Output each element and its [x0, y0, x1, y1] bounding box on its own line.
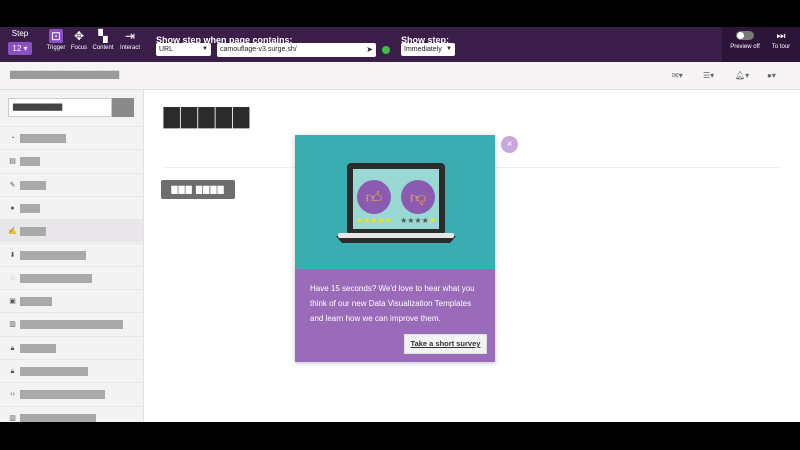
table-icon: ▤: [9, 158, 16, 166]
app-header: ▇▇▇▇▇▇▇▇▇▇▇▇▇▇▇▇▇▇▇▇▇ ✉▾ ☰▾ 🔔︎▾ ●▾: [0, 62, 800, 90]
url-value: camouflage-v3.surge.sh/: [220, 46, 297, 53]
sidebar-item-label: [20, 250, 86, 260]
show-step-value: Immediately: [404, 46, 442, 53]
sidebar-item[interactable]: ‹›: [0, 382, 143, 405]
list-icon[interactable]: ☰▾: [703, 71, 714, 80]
thumbs-up-icon: 👍︎: [366, 190, 383, 207]
chevron-down-icon: ▼: [202, 46, 208, 52]
sidebar-item[interactable]: ▣: [0, 289, 143, 312]
trigger-button[interactable]: ⊡ Trigger: [44, 29, 68, 51]
survey-modal: 👍︎ 👎︎ ★★★★★ ★★★★★ Have 15 seconds? We'd …: [295, 135, 495, 362]
laptop-deck: [338, 233, 454, 238]
content-icon: ▚: [98, 29, 108, 43]
sidebar-item-label: [20, 180, 46, 190]
chevron-down-icon: ▼: [446, 46, 452, 52]
sidebar-item-label: [20, 203, 40, 213]
sidebar: ▇▇▇▇▇▇▇▇▇▇▇ ◔ ▤ ✎ ● ✍ ⬇ ◌ ▣ ▥ 🔒︎ 🔒︎ ‹› ▥: [0, 90, 144, 422]
builder-toolbar: Step 12 ▾ ⊡ Trigger ✥ Focus ▚ Content ⇥ …: [0, 27, 800, 62]
code-icon: ‹›: [10, 391, 15, 399]
thumbs-down-icon: 👎︎: [410, 190, 426, 207]
laptop-rating-illustration: 👍︎ 👎︎ ★★★★★ ★★★★★: [336, 163, 456, 243]
content-button[interactable]: ▚ Content: [91, 29, 115, 51]
crosshair-icon: ✥: [73, 29, 85, 43]
mail-icon[interactable]: ✉▾: [672, 71, 683, 80]
user-icon: ●: [10, 204, 15, 212]
interact-label: Interact: [119, 45, 140, 51]
sidebar-item[interactable]: ◔: [0, 126, 143, 149]
focus-button[interactable]: ✥ Focus: [67, 29, 91, 51]
user-menu-icon[interactable]: ●▾: [767, 71, 776, 80]
sidebar-item-label: [20, 367, 88, 376]
match-type-value: URL: [159, 46, 174, 53]
interact-icon: ⇥: [124, 29, 136, 43]
show-step-select[interactable]: Immediately ▼: [401, 43, 455, 56]
download-icon: ⬇: [9, 251, 16, 259]
to-tour-button[interactable]: ⏭ To tour: [768, 31, 794, 50]
toggle-switch[interactable]: [736, 31, 754, 40]
sidebar-item[interactable]: ●: [0, 195, 143, 219]
to-tour-label: To tour: [771, 44, 791, 50]
modal-message: Have 15 seconds? We'd love to hear what …: [310, 284, 475, 323]
take-survey-button[interactable]: Take a short survey: [404, 334, 487, 354]
image-icon: ▣: [9, 298, 16, 306]
sidebar-item-label: [20, 273, 92, 283]
tour-icon: ⏭: [776, 31, 786, 42]
sidebar-item[interactable]: ⬇: [0, 242, 143, 266]
sidebar-item[interactable]: 🔒︎: [0, 359, 143, 382]
edit-icon: ✍: [8, 228, 17, 236]
status-indicator: [382, 46, 390, 54]
step-value: 12: [12, 44, 22, 53]
focus-label: Focus: [70, 45, 88, 51]
one-star-icon: ★★★★★: [400, 216, 436, 225]
sidebar-item[interactable]: ✎: [0, 172, 143, 196]
sidebar-item[interactable]: ▥: [0, 312, 143, 335]
spinner-icon: ◌: [10, 274, 15, 282]
trigger-label: Trigger: [46, 45, 66, 51]
sidebar-item-label: [20, 297, 52, 307]
primary-button[interactable]: ▇▇▇ ▇▇▇▇: [161, 180, 235, 199]
sidebar-item-label: [20, 227, 46, 237]
letterbox-bar: [0, 422, 800, 450]
step-select[interactable]: 12 ▾: [8, 42, 32, 55]
close-icon[interactable]: ×: [501, 136, 518, 153]
page-title: ▇▇▇▇▇: [164, 106, 251, 128]
sidebar-search: ▇▇▇▇▇▇▇▇▇▇▇: [8, 98, 134, 117]
match-type-select[interactable]: URL ▼: [156, 43, 211, 56]
app-frame: Step 12 ▾ ⊡ Trigger ✥ Focus ▚ Content ⇥ …: [0, 27, 800, 422]
sidebar-item-label: [20, 157, 40, 167]
modal-body: Have 15 seconds? We'd love to hear what …: [295, 269, 495, 362]
modal-illustration-panel: 👍︎ 👎︎ ★★★★★ ★★★★★: [295, 135, 495, 269]
step-label: Step: [11, 29, 29, 38]
trigger-icon: ⊡: [49, 29, 63, 43]
sidebar-item-label: [20, 320, 123, 330]
sidebar-item-label: [20, 413, 96, 422]
sidebar-item[interactable]: 🔒︎: [0, 335, 143, 359]
url-input[interactable]: camouflage-v3.surge.sh/ ➤: [217, 43, 376, 57]
bell-icon[interactable]: 🔔︎▾: [735, 71, 749, 80]
toolbar-right-panel: Preview off ⏭ To tour: [722, 27, 800, 62]
preview-toggle[interactable]: Preview off: [730, 31, 760, 50]
pencil-icon: ✎: [9, 181, 16, 189]
app-title: ▇▇▇▇▇▇▇▇▇▇▇▇▇▇▇▇▇▇▇▇▇: [10, 70, 119, 79]
lock-icon: 🔒︎: [10, 368, 15, 375]
five-stars-icon: ★★★★★: [356, 216, 392, 225]
lock-icon: 🔒︎: [10, 344, 15, 352]
columns-icon: ▥: [9, 321, 16, 329]
sidebar-item[interactable]: ✍: [0, 219, 143, 243]
search-input[interactable]: ▇▇▇▇▇▇▇▇▇▇▇: [8, 98, 112, 117]
sidebar-item[interactable]: ▤: [0, 149, 143, 172]
interact-button[interactable]: ⇥ Interact: [118, 29, 142, 51]
sidebar-item[interactable]: ◌: [0, 265, 143, 289]
sidebar-item[interactable]: ▥: [0, 405, 143, 422]
sidebar-item-label: [20, 134, 66, 143]
navigate-arrow-icon[interactable]: ➤: [366, 43, 373, 57]
content-label: Content: [92, 45, 114, 51]
sidebar-item-label: [20, 343, 56, 353]
sidebar-item-label: [20, 390, 105, 400]
columns-icon: ▥: [9, 414, 16, 422]
search-button[interactable]: [112, 98, 134, 117]
step-picker[interactable]: Step 12 ▾: [6, 29, 34, 56]
dashboard-icon: ◔: [10, 135, 15, 142]
preview-label: Preview off: [730, 44, 760, 50]
